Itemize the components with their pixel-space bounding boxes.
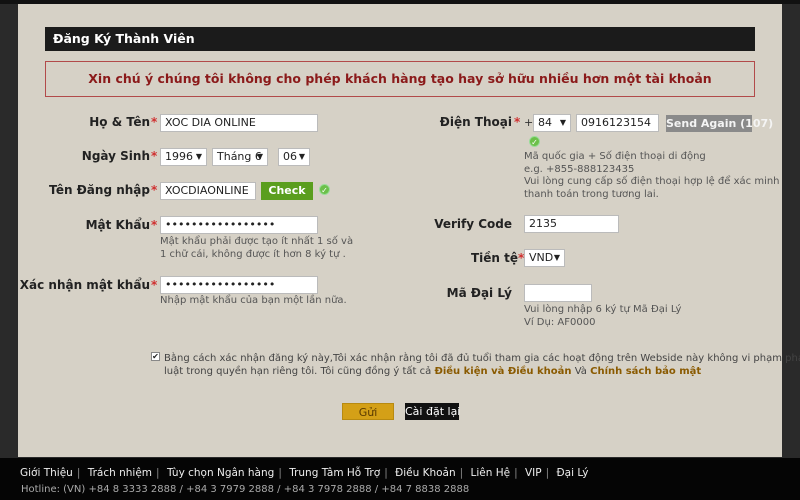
- birth-year-value: 1996: [165, 150, 193, 163]
- separator: |: [278, 467, 282, 479]
- triangle-down-icon: ▼: [559, 118, 566, 127]
- separator: |: [156, 467, 160, 479]
- username-input[interactable]: XOCDIAONLINE: [160, 182, 256, 200]
- verify-code-input[interactable]: 2135: [524, 215, 619, 233]
- birth-month-value: Tháng 6: [217, 150, 262, 163]
- birth-month-select[interactable]: Tháng 6 ▼: [212, 148, 268, 166]
- agreement-checkbox[interactable]: ✔: [151, 352, 160, 361]
- triangle-down-icon: ▼: [256, 152, 263, 161]
- password-label: Mật Khẩu: [85, 218, 150, 232]
- password-hint: Mật khẩu phải được tạo ít nhất 1 số và 1 …: [160, 236, 353, 261]
- footer-links: Giới Thiệu | Trách nhiệm | Tùy chọn Ngân h…: [20, 467, 588, 479]
- country-code-select[interactable]: 84 ▼: [533, 114, 571, 132]
- agreement-line: Bằng cách xác nhận đăng ký này,Tôi xác n…: [164, 353, 800, 364]
- phone-label: Điện Thoại: [439, 115, 512, 129]
- currency-value: VND: [529, 251, 554, 264]
- footer-link-gioi-thieu[interactable]: Giới Thiệu: [20, 467, 73, 479]
- agent-code-input[interactable]: [524, 284, 592, 302]
- hint-line: Ví Dụ: AF0000: [524, 316, 596, 328]
- footer-link-lien-he[interactable]: Liên Hệ: [471, 467, 511, 479]
- birth-year-select[interactable]: 1996 ▼: [160, 148, 207, 166]
- hint-line: e.g. +855-888123435: [524, 163, 635, 175]
- hint-line: Vui lòng nhập 6 ký tự Mã Đại Lý: [524, 304, 682, 315]
- hotline: Hotline: (VN) +84 8 3333 2888 / +84 3 79…: [21, 484, 470, 495]
- confirm-password-input[interactable]: •••••••••••••••••: [160, 276, 318, 294]
- verify-code-label: Verify Code: [434, 217, 512, 231]
- birth-day-value: 06: [283, 150, 297, 163]
- currency-select[interactable]: VND ▼: [524, 249, 565, 267]
- confirm-password-hint: Nhập mật khẩu của bạn một lần nữa.: [160, 295, 347, 306]
- birthday-label: Ngày Sinh: [81, 149, 150, 163]
- separator: |: [459, 467, 464, 479]
- currency-label: Tiền tệ: [470, 251, 518, 265]
- hint-line: Vui lòng cung cấp số điện thoại hợp lệ đ…: [524, 176, 780, 187]
- agreement-line: luật trong quyền hạn riêng tôi. Tôi cũng…: [164, 365, 800, 378]
- triangle-down-icon: ▼: [298, 152, 305, 161]
- agent-code-hint: Vui lòng nhập 6 ký tự Mã Đại Lý Ví Dụ: AF…: [524, 304, 681, 329]
- separator: |: [545, 467, 550, 479]
- separator: |: [384, 467, 388, 479]
- country-code-value: 84: [538, 116, 552, 129]
- triangle-down-icon: ▼: [553, 253, 560, 262]
- page-title: Đăng Ký Thành Viên: [45, 27, 755, 51]
- fullname-input[interactable]: XOC DIA ONLINE: [160, 114, 318, 132]
- agreement-text-part: Và: [571, 366, 591, 377]
- check-circle-icon: ✓: [319, 184, 330, 195]
- hint-line: Mã quốc gia + Số điện thoại di động: [524, 151, 706, 162]
- reset-button[interactable]: Cài đặt lại: [405, 403, 460, 420]
- plus-sign: +: [524, 116, 534, 129]
- privacy-link[interactable]: Chính sách bảo mật: [590, 366, 701, 377]
- phone-input[interactable]: 0916123154: [576, 114, 659, 132]
- password-input[interactable]: •••••••••••••••••: [160, 216, 318, 234]
- separator: |: [514, 467, 518, 479]
- required-mark: *: [151, 183, 158, 197]
- hint-line: 1 chữ cái, không được ít hơn 8 ký tự .: [160, 248, 346, 260]
- footer-link-vip[interactable]: VIP: [525, 467, 542, 479]
- required-mark: *: [151, 115, 158, 129]
- hint-line: thanh toán trong tương lai.: [524, 188, 659, 200]
- hint-line: Mật khẩu phải được tạo ít nhất 1 số và: [160, 236, 354, 247]
- agreement-text-part: luật trong quyền hạn riêng tôi. Tôi cũng…: [164, 366, 435, 377]
- birth-day-select[interactable]: 06 ▼: [278, 148, 310, 166]
- username-label: Tên Đăng nhập: [48, 183, 150, 197]
- required-mark: *: [151, 149, 158, 163]
- phone-hint: Mã quốc gia + Số điện thoại di động e.g. …: [524, 151, 780, 201]
- required-mark: *: [514, 115, 521, 129]
- check-button[interactable]: Check: [261, 182, 313, 200]
- separator: |: [76, 467, 81, 479]
- fullname-label: Họ & Tên: [89, 115, 150, 129]
- footer-link-dieu-khoan[interactable]: Điều Khoản: [395, 467, 456, 479]
- agreement-text: Bằng cách xác nhận đăng ký này,Tôi xác n…: [164, 352, 800, 378]
- send-again-button[interactable]: Send Again (107): [666, 115, 773, 132]
- notice-box: Xin chú ý chúng tôi không cho phép khách…: [45, 61, 755, 97]
- footer-link-dai-ly[interactable]: Đại Lý: [557, 467, 589, 479]
- triangle-down-icon: ▼: [195, 152, 202, 161]
- required-mark: *: [151, 218, 158, 232]
- agent-code-label: Mã Đại Lý: [446, 286, 512, 300]
- footer-link-trach-nhiem[interactable]: Trách nhiệm: [88, 467, 152, 479]
- confirm-password-label: Xác nhận mật khẩu: [19, 278, 150, 292]
- check-circle-icon: ✓: [529, 136, 540, 147]
- footer-link-ho-tro[interactable]: Trung Tâm Hỗ Trợ: [289, 467, 380, 479]
- submit-button[interactable]: Gửi: [342, 403, 394, 420]
- footer-link-ngan-hang[interactable]: Tùy chọn Ngân hàng: [167, 467, 274, 479]
- required-mark: *: [151, 278, 158, 292]
- terms-link[interactable]: Điều kiện và Điều khoản: [434, 366, 571, 377]
